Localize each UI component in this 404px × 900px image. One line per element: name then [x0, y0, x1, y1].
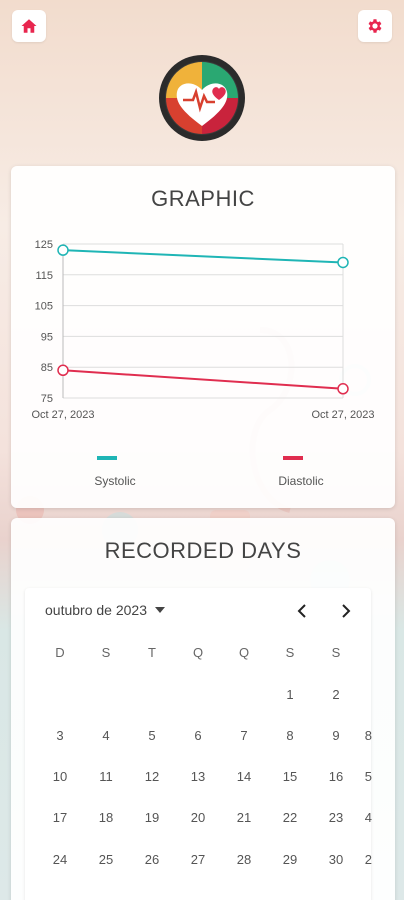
calendar-day[interactable]: 2 — [316, 687, 356, 702]
calendar-day[interactable]: 22 — [270, 810, 310, 825]
settings-button[interactable] — [358, 10, 392, 42]
legend-swatch-diastolic — [283, 456, 303, 460]
calendar-day[interactable]: 23 — [316, 810, 356, 825]
weekday-label: D — [55, 645, 65, 660]
calendar-day[interactable]: 8 — [270, 728, 310, 743]
month-label: outubro de 2023 — [45, 602, 147, 618]
weekday-label: S — [331, 645, 341, 660]
legend-swatch-systolic — [97, 456, 117, 460]
calendar-day[interactable]: 25 — [86, 852, 126, 867]
calendar-day[interactable]: 6 — [178, 728, 218, 743]
calendar-day-partial: 2 — [364, 852, 372, 867]
calendar-day[interactable]: 10 — [40, 769, 80, 784]
data-point-systolic — [57, 244, 69, 256]
heart-pulse-logo — [159, 55, 245, 141]
recorded-days-title: RECORDED DAYS — [104, 538, 302, 563]
data-point-diastolic — [337, 383, 349, 395]
month-selector[interactable]: outubro de 2023 — [45, 602, 165, 618]
gear-icon — [368, 19, 382, 33]
y-tick-label: 75 — [41, 393, 53, 405]
calendar-day[interactable]: 26 — [132, 852, 172, 867]
legend-label-diastolic: Diastolic — [278, 474, 323, 488]
calendar-day[interactable]: 12 — [132, 769, 172, 784]
calendar-day[interactable]: 20 — [178, 810, 218, 825]
weekday-label: T — [148, 645, 156, 660]
y-tick-label: 105 — [35, 301, 53, 313]
chevron-left-icon — [297, 604, 306, 618]
calendar-day[interactable]: 30 — [316, 852, 356, 867]
calendar-day[interactable]: 1 — [270, 687, 310, 702]
weekday-label: S — [101, 645, 111, 660]
calendar-day[interactable]: 17 — [40, 810, 80, 825]
weekday-label: S — [285, 645, 295, 660]
calendar-day[interactable]: 18 — [86, 810, 126, 825]
series-line-diastolic — [62, 369, 344, 390]
weekday-label: Q — [238, 645, 250, 660]
y-tick-label: 115 — [35, 270, 53, 282]
calendar-day-partial: 4 — [364, 810, 372, 825]
y-tick-label: 125 — [35, 239, 53, 251]
caret-down-icon — [154, 607, 165, 613]
calendar-day[interactable]: 11 — [86, 769, 126, 784]
y-tick-label: 85 — [41, 362, 53, 374]
calendar-day[interactable]: 5 — [132, 728, 172, 743]
calendar-day-partial: 8 — [364, 728, 372, 743]
calendar-day[interactable]: 3 — [40, 728, 80, 743]
x-tick-label: Oct 27, 2023 — [32, 409, 95, 421]
home-icon — [21, 19, 37, 33]
calendar-day[interactable]: 29 — [270, 852, 310, 867]
legend-label-systolic: Systolic — [94, 474, 135, 488]
series-line-systolic — [62, 249, 344, 264]
calendar-day[interactable]: 21 — [224, 810, 264, 825]
calendar-day[interactable]: 13 — [178, 769, 218, 784]
calendar-day[interactable]: 24 — [40, 852, 80, 867]
calendar-day[interactable]: 7 — [224, 728, 264, 743]
data-point-systolic — [337, 256, 349, 269]
calendar-day-partial: 5 — [364, 769, 372, 784]
calendar-day[interactable]: 15 — [270, 769, 310, 784]
calendar-day[interactable]: 14 — [224, 769, 264, 784]
calendar-day[interactable]: 9 — [316, 728, 356, 743]
x-tick-label: Oct 27, 2023 — [312, 409, 375, 421]
chevron-right-icon — [342, 604, 351, 618]
calendar-day[interactable]: 27 — [178, 852, 218, 867]
next-month-button[interactable] — [331, 596, 361, 626]
blood-pressure-chart: 125 115 105 95 85 75 Oct 27, 2023 Oct 27, 2023 S… — [32, 239, 375, 488]
calendar-day[interactable]: 16 — [316, 769, 356, 784]
home-button[interactable] — [12, 10, 46, 42]
calendar-day[interactable]: 28 — [224, 852, 264, 867]
previous-month-button[interactable] — [287, 596, 317, 626]
weekday-label: Q — [192, 645, 204, 660]
recorded-days-card: RECORDED DAYS outubro de 2023 — [11, 518, 395, 900]
graphic-card: GRAPHIC 125 115 105 95 85 75 Oct 27, 2023 Oct 2… — [11, 166, 395, 508]
data-point-diastolic — [57, 364, 69, 377]
y-tick-label: 95 — [41, 331, 53, 343]
calendar-day[interactable]: 19 — [132, 810, 172, 825]
calendar-day[interactable]: 4 — [86, 728, 126, 743]
